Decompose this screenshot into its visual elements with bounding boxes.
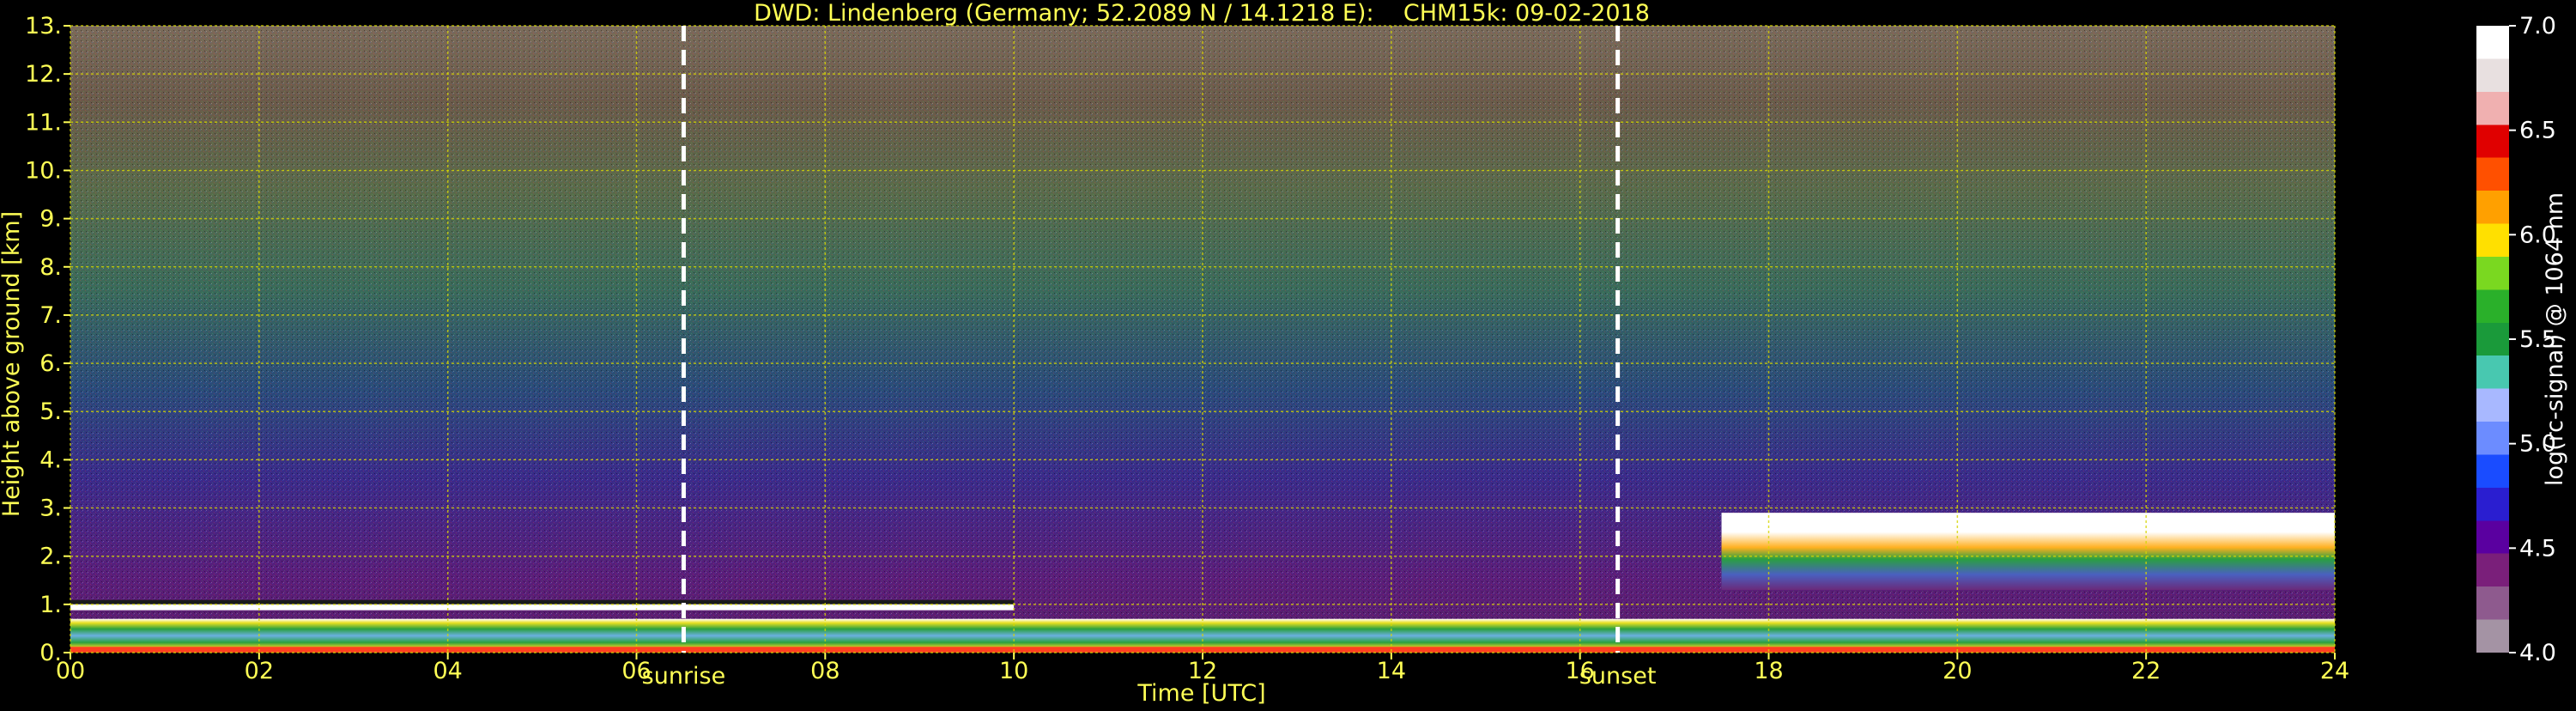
x-tick-label: 18 (1754, 658, 1783, 684)
boundary-layer-top-edge (70, 599, 1015, 605)
y-tick-label: 12. (25, 61, 62, 88)
ceilometer-figure: DWD: Lindenberg (Germany; 52.2089 N / 14… (0, 0, 2576, 708)
plot-area (70, 25, 2336, 653)
x-axis-label: Time [UTC] (1136, 680, 1265, 707)
x-tick-label: 04 (433, 658, 462, 684)
x-tick-label: 14 (1377, 658, 1406, 684)
sun-marker-label: sunset (1579, 663, 1657, 690)
y-tick-label: 9. (39, 206, 62, 233)
chart-title: DWD: Lindenberg (Germany; 52.2089 N / 14… (754, 0, 1650, 27)
y-tick-label: 1. (39, 592, 62, 618)
x-tick-label: 08 (810, 658, 839, 684)
y-tick-label: 8. (39, 254, 62, 281)
sun-marker-label: sunrise (642, 663, 726, 690)
y-tick-label: 3. (39, 495, 62, 522)
chart-svg: DWD: Lindenberg (Germany; 52.2089 N / 14… (0, 0, 2568, 707)
colorbar-scale (2476, 26, 2509, 653)
y-tick-label: 7. (39, 302, 62, 329)
y-tick-label: 6. (39, 350, 62, 377)
y-tick-label: 4. (39, 447, 62, 473)
colorbar-label: log(rc-signal) @ 1064 nm (2542, 192, 2568, 486)
colorbar-tick-label: 4.0 (2519, 640, 2556, 666)
y-tick-label: 2. (39, 544, 62, 570)
x-tick-label: 02 (245, 658, 274, 684)
x-tick-label: 10 (999, 658, 1028, 684)
cloud-layer (1721, 513, 2335, 590)
y-tick-label: 13. (25, 13, 62, 40)
y-axis-label: Height above ground [km] (0, 211, 25, 517)
y-axis: 0. 1. 2. 3. 4. 5. 6. 7. 8. 9. 10. 11. 12. 13. (25, 13, 70, 666)
x-tick-label: 24 (2320, 658, 2349, 684)
y-tick-label: 0. (39, 640, 62, 666)
colorbar-tick-label: 6.5 (2519, 118, 2556, 144)
colorbar-tick-label: 7.0 (2519, 13, 2556, 40)
x-tick-label: 22 (2131, 658, 2161, 684)
colorbar-tick-label: 4.5 (2519, 535, 2556, 562)
y-tick-label: 11. (25, 109, 62, 136)
y-tick-label: 5. (39, 398, 62, 425)
x-tick-label: 20 (1943, 658, 1972, 684)
y-tick-label: 10. (25, 157, 62, 184)
colorbar: 4.04.55.05.56.06.57.0 log(rc-signal) @ 1… (2476, 13, 2568, 666)
boundary-layer-top (70, 604, 1015, 611)
